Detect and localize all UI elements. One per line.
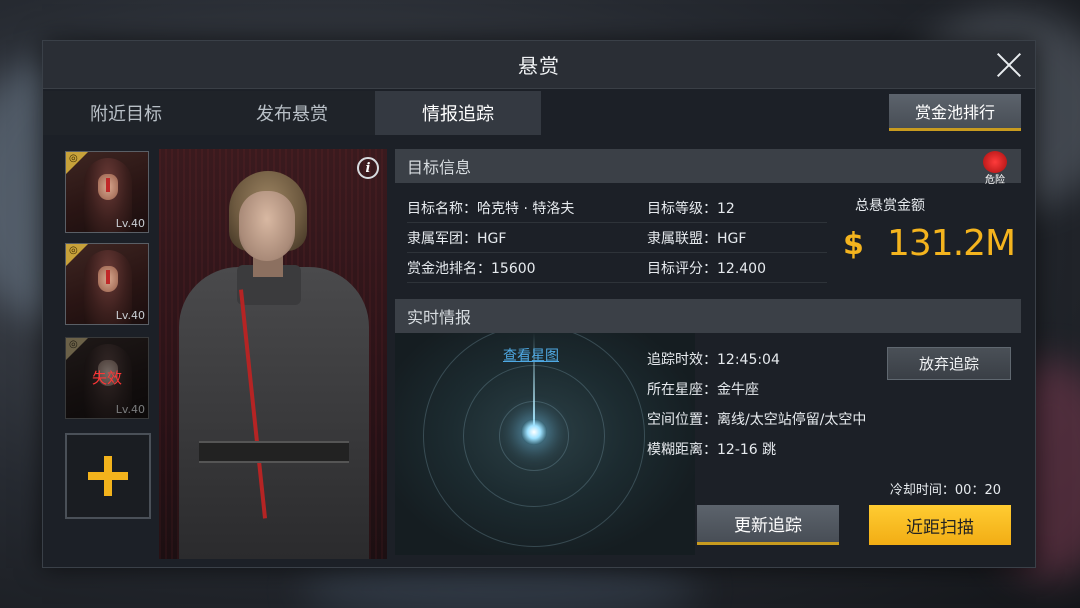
add-target-button[interactable] xyxy=(65,433,151,519)
info-row: 目标名称：哈克特 · 特洛夫 目标等级：12 xyxy=(407,193,827,223)
info-row: 隶属军团：HGF 隶属联盟：HGF xyxy=(407,223,827,253)
target-portrait-invalid[interactable]: ◎ Lv.40 xyxy=(65,337,149,419)
info-icon[interactable]: i xyxy=(357,157,379,179)
character-belt xyxy=(199,441,349,463)
update-tracking-button[interactable]: 更新追踪 xyxy=(697,505,839,545)
total-bounty-value: 131.2M xyxy=(887,223,1016,264)
portrait-level: Lv.40 xyxy=(115,217,145,230)
cooldown-timer: 冷却时间：00：20 xyxy=(889,483,1001,498)
constellation: 所在星座：金牛座 xyxy=(647,382,759,398)
bounty-pool-rank: 赏金池排名：15600 xyxy=(407,260,536,277)
target-legion: 隶属军团：HGF xyxy=(407,230,507,247)
danger-label: 危险 xyxy=(985,175,1005,186)
tab-nearby-targets[interactable]: 附近目标 xyxy=(43,91,209,135)
info-row: 赏金池排名：15600 目标评分：12.400 xyxy=(407,253,827,283)
content-area: ◎ Lv.40 ◎ Lv.40 ◎ Lv.40 失效 i 目标信息 危险 目标名… xyxy=(55,145,1025,559)
abandon-tracking-button[interactable]: 放弃追踪 xyxy=(887,347,1011,380)
total-bounty-label: 总悬赏金额 xyxy=(855,198,925,214)
close-icon[interactable] xyxy=(995,51,1023,79)
portrait-level: Lv.40 xyxy=(115,309,145,322)
portrait-level: Lv.40 xyxy=(115,403,145,416)
target-alliance: 隶属联盟：HGF xyxy=(647,230,747,247)
portrait-mark xyxy=(106,178,110,192)
plus-icon xyxy=(88,456,128,496)
bounty-pool-ranking-button[interactable]: 赏金池排行 xyxy=(889,94,1021,131)
close-range-scan-button[interactable]: 近距扫描 xyxy=(869,505,1011,545)
danger-badge: 危险 xyxy=(979,151,1011,186)
target-name: 目标名称：哈克特 · 特洛夫 xyxy=(407,200,575,217)
dollar-icon: $ xyxy=(843,227,864,262)
tracking-time: 追踪时效：12:45:04 xyxy=(647,352,780,368)
character-face xyxy=(239,191,295,261)
live-intel-header: 实时情报 xyxy=(395,299,1021,333)
space-location: 空间位置：离线/太空站停留/太空中 xyxy=(647,412,867,428)
portrait-mark xyxy=(106,270,110,284)
target-portrait[interactable]: ◎ Lv.40 xyxy=(65,151,149,233)
target-level: 目标等级：12 xyxy=(647,200,735,217)
tab-bar: 附近目标 发布悬赏 情报追踪 xyxy=(43,91,541,135)
view-star-map-link[interactable]: 查看星图 xyxy=(503,345,559,365)
tab-publish-bounty[interactable]: 发布悬赏 xyxy=(209,91,375,135)
target-details: 目标信息 危险 目标名称：哈克特 · 特洛夫 目标等级：12 隶属军团：HGF … xyxy=(395,149,1021,559)
target-score: 目标评分：12.400 xyxy=(647,260,766,277)
target-location-marker xyxy=(521,419,547,445)
target-info-header: 目标信息 危险 xyxy=(395,149,1021,186)
target-portrait[interactable]: ◎ Lv.40 xyxy=(65,243,149,325)
character-body xyxy=(179,267,369,559)
portrait-face xyxy=(98,360,118,386)
target-info-grid: 目标名称：哈克特 · 特洛夫 目标等级：12 隶属军团：HGF 隶属联盟：HGF… xyxy=(407,193,827,303)
fuzzy-distance: 模糊距离：12-16 跳 xyxy=(647,442,777,458)
target-list: ◎ Lv.40 ◎ Lv.40 ◎ Lv.40 失效 xyxy=(65,151,151,551)
target-icon: ◎ xyxy=(69,245,78,256)
dialog-title: 悬赏 xyxy=(518,54,560,78)
target-character-portrait: i xyxy=(159,149,387,559)
bounty-dialog: 悬赏 附近目标 发布悬赏 情报追踪 赏金池排行 ◎ Lv.40 ◎ Lv.40 … xyxy=(42,40,1036,568)
dialog-titlebar: 悬赏 xyxy=(43,41,1035,89)
live-intel-title: 实时情报 xyxy=(407,308,472,327)
total-bounty: 总悬赏金额 $ 131.2M xyxy=(831,193,1016,293)
tab-intel-tracking[interactable]: 情报追踪 xyxy=(375,91,541,135)
skull-icon xyxy=(983,151,1007,173)
target-icon: ◎ xyxy=(69,339,78,350)
target-icon: ◎ xyxy=(69,153,78,164)
target-info-title: 目标信息 xyxy=(407,158,472,177)
